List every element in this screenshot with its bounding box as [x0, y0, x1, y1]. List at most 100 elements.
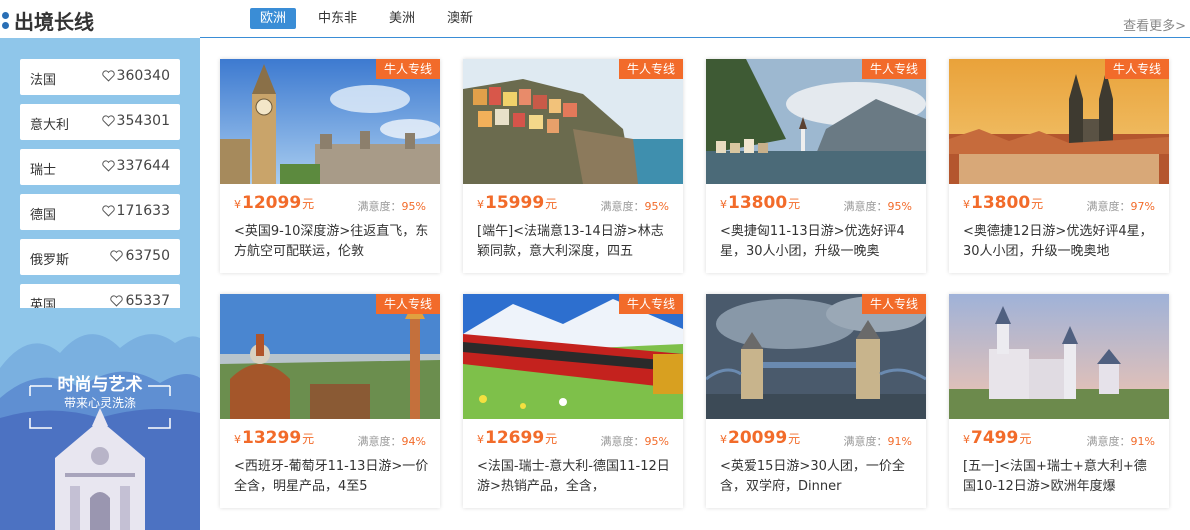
sidebar-item-name: 法国: [30, 73, 57, 88]
product-card-spain-portugal[interactable]: 牛人专线 ¥13299 元 满意度：94% <西班牙-葡萄牙11-13日游>一价全…: [220, 294, 440, 508]
product-card-uk-ireland[interactable]: 牛人专线 ¥20099 元 满意度：91% <英爱15日游>30人团，一价全含，双…: [706, 294, 926, 508]
currency-symbol: ¥: [720, 433, 727, 446]
heart-icon: [101, 160, 115, 172]
price-value: 13800: [971, 193, 1031, 213]
satisfaction-value: 95%: [401, 200, 426, 213]
premium-route-badge: 牛人专线: [1104, 59, 1169, 79]
satisfaction-label: 满意度：: [600, 435, 645, 448]
satisfaction: 满意度：94%: [358, 433, 426, 449]
product-card-four-countries[interactable]: 牛人专线 ¥12699 元 满意度：95% <法国-瑞士-意大利-德国11-12日…: [463, 294, 683, 508]
satisfaction-value: 95%: [887, 200, 912, 213]
premium-route-badge: 牛人专线: [375, 294, 440, 314]
tab-australia-nz[interactable]: 澳新: [437, 8, 483, 29]
tab-middle-east-africa[interactable]: 中东非: [308, 8, 367, 29]
price-value: 12099: [242, 193, 302, 213]
heart-icon: [101, 115, 115, 127]
satisfaction: 满意度：95%: [601, 433, 669, 449]
product-card-four-countries-may-day[interactable]: ¥7499 元 满意度：91% [五一]<法国+瑞士+意大利+德国10-12日游>…: [949, 294, 1169, 508]
heart-icon: [101, 205, 115, 217]
premium-route-badge: 牛人专线: [618, 59, 683, 79]
product-description: [端午]<法瑞意13-14日游>林志颖同款，意大利深度，四五: [477, 224, 664, 259]
product-description: [五一]<法国+瑞士+意大利+德国10-12日游>欧洲年度爆: [963, 459, 1147, 494]
product-description: <奥德捷12日游>优选好评4星，30人小团，升级一晚奥地: [963, 224, 1153, 259]
product-price: ¥20099 元: [720, 428, 800, 448]
satisfaction-label: 满意度：: [357, 435, 402, 448]
premium-route-badge: 牛人专线: [375, 59, 440, 79]
sidebar-item-likes: 354301: [101, 113, 170, 129]
satisfaction: 满意度：97%: [1087, 198, 1155, 214]
tab-americas[interactable]: 美洲: [379, 8, 425, 29]
product-card-austria-czech-hungary[interactable]: 牛人专线 ¥13800 元 满意度：95% <奥捷匈11-13日游>优选好评4星，…: [706, 59, 926, 273]
likes-count: 171633: [116, 203, 170, 219]
satisfaction-value: 91%: [887, 435, 912, 448]
destination-sidebar: 法国 360340 意大利 354301 瑞士 337644 德国 171633…: [0, 38, 200, 530]
currency-symbol: ¥: [234, 433, 241, 446]
currency-symbol: ¥: [963, 433, 970, 446]
product-price: ¥13800 元: [963, 193, 1043, 213]
sidebar-item-russia[interactable]: 俄罗斯 63750: [20, 239, 180, 275]
satisfaction: 满意度：91%: [844, 433, 912, 449]
currency-symbol: ¥: [477, 433, 484, 446]
heart-icon: [110, 250, 124, 262]
price-unit: 元: [302, 197, 315, 211]
price-unit: 元: [788, 197, 801, 211]
satisfaction-label: 满意度：: [843, 200, 888, 213]
currency-symbol: ¥: [720, 198, 727, 211]
sidebar-item-name: 德国: [30, 208, 57, 223]
price-value: 12699: [485, 428, 545, 448]
product-price: ¥12699 元: [477, 428, 557, 448]
sidebar-item-likes: 337644: [101, 158, 170, 174]
likes-count: 360340: [116, 68, 170, 84]
premium-route-badge: 牛人专线: [861, 59, 926, 79]
price-value: 13800: [728, 193, 788, 213]
satisfaction-value: 94%: [401, 435, 426, 448]
product-description: <法国-瑞士-意大利-德国11-12日游>热销产品，全含，: [477, 459, 670, 494]
price-unit: 元: [1019, 432, 1032, 446]
product-price: ¥12099 元: [234, 193, 314, 213]
section-title: 出境长线: [14, 10, 94, 34]
sidebar-item-name: 俄罗斯: [30, 253, 70, 268]
product-price: ¥13299 元: [234, 428, 314, 448]
product-description: <奥捷匈11-13日游>优选好评4星，30人小团，升级一晚奥: [720, 224, 905, 259]
satisfaction-label: 满意度：: [843, 435, 888, 448]
tab-europe[interactable]: 欧洲: [250, 8, 297, 29]
price-unit: 元: [1031, 197, 1044, 211]
satisfaction-value: 95%: [644, 435, 669, 448]
price-value: 13299: [242, 428, 302, 448]
satisfaction: 满意度：95%: [601, 198, 669, 214]
sidebar-item-italy[interactable]: 意大利 354301: [20, 104, 180, 140]
currency-symbol: ¥: [234, 198, 241, 211]
sidebar-item-france[interactable]: 法国 360340: [20, 59, 180, 95]
sidebar-banner[interactable]: 时尚与艺术 带来心灵洗涤: [0, 308, 200, 530]
sidebar-item-name: 意大利: [30, 118, 70, 133]
price-value: 7499: [971, 428, 1019, 448]
product-price: ¥13800 元: [720, 193, 800, 213]
heart-icon: [101, 70, 115, 82]
product-card-england[interactable]: 牛人专线 ¥12099 元 满意度：95% <英国9-10深度游>往返直飞，东方航…: [220, 59, 440, 273]
product-price: ¥15999 元: [477, 193, 557, 213]
price-unit: 元: [788, 432, 801, 446]
currency-symbol: ¥: [477, 198, 484, 211]
satisfaction: 满意度：91%: [1087, 433, 1155, 449]
satisfaction: 满意度：95%: [844, 198, 912, 214]
banner-title: 时尚与艺术: [57, 375, 143, 395]
satisfaction: 满意度：95%: [358, 198, 426, 214]
product-description: <英爱15日游>30人团，一价全含，双学府，Dinner: [720, 459, 905, 494]
satisfaction-label: 满意度：: [600, 200, 645, 213]
product-card-austria-germany-czech[interactable]: 牛人专线 ¥13800 元 满意度：97% <奥德捷12日游>优选好评4星，30人…: [949, 59, 1169, 273]
sidebar-item-likes: 360340: [101, 68, 170, 84]
price-unit: 元: [545, 432, 558, 446]
product-card-france-swiss-italy[interactable]: 牛人专线 ¥15999 元 满意度：95% [端午]<法瑞意13-14日游>林志颖…: [463, 59, 683, 273]
premium-route-badge: 牛人专线: [861, 294, 926, 314]
likes-count: 65337: [125, 293, 170, 309]
premium-route-badge: 牛人专线: [618, 294, 683, 314]
sidebar-item-switzerland[interactable]: 瑞士 337644: [20, 149, 180, 185]
banner-background-image: [0, 308, 200, 530]
satisfaction-label: 满意度：: [1086, 200, 1131, 213]
sidebar-item-name: 瑞士: [30, 163, 57, 178]
product-price: ¥7499 元: [963, 428, 1031, 448]
sidebar-item-germany[interactable]: 德国 171633: [20, 194, 180, 230]
header-divider: [200, 37, 1190, 38]
view-more-link[interactable]: 查看更多>: [1123, 15, 1186, 34]
sidebar-item-likes: 65337: [110, 293, 170, 309]
